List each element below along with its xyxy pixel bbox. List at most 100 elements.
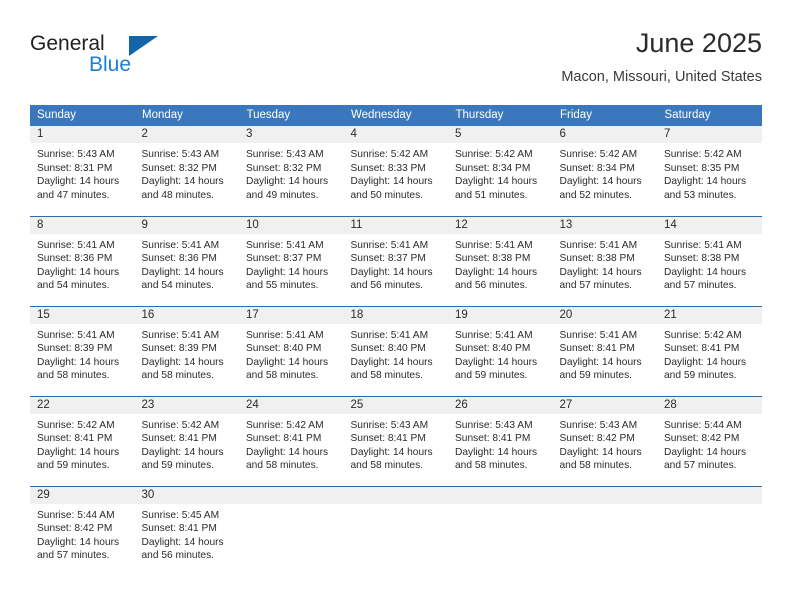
sunset-text: Sunset: 8:42 PM xyxy=(664,433,740,445)
daylight-text-line2: and 59 minutes. xyxy=(559,370,633,382)
day-cell[interactable]: 9 Sunrise: 5:41 AM Sunset: 8:36 PM Dayli… xyxy=(134,215,239,306)
day-number: 22 xyxy=(30,396,135,414)
day-info: Sunrise: 5:41 AM Sunset: 8:38 PM Dayligh… xyxy=(657,234,762,293)
daylight-text-line1: Daylight: 14 hours xyxy=(37,176,120,188)
day-cell[interactable]: 5 Sunrise: 5:42 AM Sunset: 8:34 PM Dayli… xyxy=(448,126,553,216)
daylight-text-line1: Daylight: 14 hours xyxy=(246,446,329,458)
day-cell-empty xyxy=(552,485,657,576)
sunset-text: Sunset: 8:33 PM xyxy=(350,162,426,174)
day-cell[interactable]: 15 Sunrise: 5:41 AM Sunset: 8:39 PM Dayl… xyxy=(30,305,135,396)
daylight-text-line1: Daylight: 14 hours xyxy=(350,356,433,368)
day-number: 14 xyxy=(657,216,762,234)
brand-name-blue: Blue xyxy=(89,53,132,76)
sunrise-text: Sunrise: 5:42 AM xyxy=(246,419,324,431)
sunset-text: Sunset: 8:38 PM xyxy=(559,253,635,265)
sunrise-text: Sunrise: 5:41 AM xyxy=(141,239,220,251)
sunset-text: Sunset: 8:41 PM xyxy=(559,343,635,355)
calendar-page: General Blue June 2025 Macon, Missouri, … xyxy=(0,0,792,612)
sunrise-text: Sunrise: 5:42 AM xyxy=(664,329,742,341)
daylight-text-line2: and 58 minutes. xyxy=(350,370,424,382)
day-cell[interactable]: 14 Sunrise: 5:41 AM Sunset: 8:38 PM Dayl… xyxy=(657,215,762,306)
day-info: Sunrise: 5:45 AM Sunset: 8:41 PM Dayligh… xyxy=(135,504,240,563)
day-cell[interactable]: 11 Sunrise: 5:41 AM Sunset: 8:37 PM Dayl… xyxy=(343,215,449,306)
day-number: 4 xyxy=(343,126,448,143)
day-cell-empty xyxy=(343,485,448,576)
day-cell[interactable]: 7 Sunrise: 5:42 AM Sunset: 8:35 PM Dayli… xyxy=(657,126,762,216)
day-number-empty xyxy=(239,486,344,504)
daylight-text-line1: Daylight: 14 hours xyxy=(37,446,120,458)
sunrise-text: Sunrise: 5:41 AM xyxy=(37,239,115,251)
daylight-text-line2: and 59 minutes. xyxy=(37,460,110,472)
day-cell[interactable]: 26 Sunrise: 5:43 AM Sunset: 8:41 PM Dayl… xyxy=(448,395,553,486)
day-cell[interactable]: 4 Sunrise: 5:42 AM Sunset: 8:33 PM Dayli… xyxy=(343,126,448,216)
day-number-empty xyxy=(552,486,657,504)
sunset-text: Sunset: 8:32 PM xyxy=(141,162,217,174)
daylight-text-line1: Daylight: 14 hours xyxy=(141,536,224,548)
day-number: 18 xyxy=(343,306,448,324)
day-info: Sunrise: 5:41 AM Sunset: 8:41 PM Dayligh… xyxy=(553,324,658,383)
sunset-text: Sunset: 8:41 PM xyxy=(37,433,113,445)
day-info: Sunrise: 5:43 AM Sunset: 8:32 PM Dayligh… xyxy=(135,143,240,202)
daylight-text-line1: Daylight: 14 hours xyxy=(141,446,224,458)
day-cell[interactable]: 20 Sunrise: 5:41 AM Sunset: 8:41 PM Dayl… xyxy=(552,305,658,396)
daylight-text-line1: Daylight: 14 hours xyxy=(37,536,120,548)
sunrise-text: Sunrise: 5:41 AM xyxy=(246,239,324,251)
day-cell[interactable]: 22 Sunrise: 5:42 AM Sunset: 8:41 PM Dayl… xyxy=(30,395,135,486)
day-number: 29 xyxy=(30,486,135,504)
day-number: 11 xyxy=(343,216,448,234)
daylight-text-line2: and 57 minutes. xyxy=(559,280,633,292)
weekday-header-sunday: Sunday xyxy=(30,105,135,126)
day-info: Sunrise: 5:41 AM Sunset: 8:40 PM Dayligh… xyxy=(448,324,553,383)
day-number: 7 xyxy=(657,126,762,143)
weekday-header-monday: Monday xyxy=(134,105,240,126)
day-info: Sunrise: 5:42 AM Sunset: 8:34 PM Dayligh… xyxy=(553,143,658,202)
brand-triangle-icon xyxy=(129,36,158,56)
day-info: Sunrise: 5:41 AM Sunset: 8:40 PM Dayligh… xyxy=(344,324,449,383)
day-cell[interactable]: 1 Sunrise: 5:43 AM Sunset: 8:31 PM Dayli… xyxy=(30,126,135,216)
day-cell[interactable]: 12 Sunrise: 5:41 AM Sunset: 8:38 PM Dayl… xyxy=(448,215,553,306)
day-cell[interactable]: 25 Sunrise: 5:43 AM Sunset: 8:41 PM Dayl… xyxy=(343,395,448,486)
day-cell[interactable]: 8 Sunrise: 5:41 AM Sunset: 8:36 PM Dayli… xyxy=(30,215,135,306)
sunrise-text: Sunrise: 5:42 AM xyxy=(350,149,429,160)
day-cell[interactable]: 28 Sunrise: 5:44 AM Sunset: 8:42 PM Dayl… xyxy=(657,395,762,486)
day-cell[interactable]: 27 Sunrise: 5:43 AM Sunset: 8:42 PM Dayl… xyxy=(552,395,658,486)
day-cell[interactable]: 19 Sunrise: 5:41 AM Sunset: 8:40 PM Dayl… xyxy=(448,305,553,396)
day-cell[interactable]: 13 Sunrise: 5:41 AM Sunset: 8:38 PM Dayl… xyxy=(552,215,657,306)
daylight-text-line2: and 58 minutes. xyxy=(246,460,319,472)
day-cell[interactable]: 24 Sunrise: 5:42 AM Sunset: 8:41 PM Dayl… xyxy=(239,395,344,486)
day-cell[interactable]: 2 Sunrise: 5:43 AM Sunset: 8:32 PM Dayli… xyxy=(134,126,240,216)
day-number-empty xyxy=(448,486,553,504)
day-info: Sunrise: 5:43 AM Sunset: 8:42 PM Dayligh… xyxy=(553,414,658,473)
day-cell[interactable]: 29 Sunrise: 5:44 AM Sunset: 8:42 PM Dayl… xyxy=(30,485,135,576)
day-cell[interactable]: 17 Sunrise: 5:41 AM Sunset: 8:40 PM Dayl… xyxy=(239,305,344,396)
day-number: 15 xyxy=(30,306,135,324)
day-cell[interactable]: 10 Sunrise: 5:41 AM Sunset: 8:37 PM Dayl… xyxy=(239,215,344,306)
daylight-text-line2: and 57 minutes. xyxy=(37,550,110,562)
sunrise-text: Sunrise: 5:41 AM xyxy=(559,239,638,251)
day-info: Sunrise: 5:41 AM Sunset: 8:37 PM Dayligh… xyxy=(344,234,449,293)
day-cell-empty xyxy=(448,485,553,576)
day-cell[interactable]: 21 Sunrise: 5:42 AM Sunset: 8:41 PM Dayl… xyxy=(657,305,762,396)
brand-logo[interactable]: General Blue xyxy=(30,32,210,88)
day-number: 5 xyxy=(448,126,553,143)
sunrise-text: Sunrise: 5:43 AM xyxy=(246,149,324,160)
day-info: Sunrise: 5:41 AM Sunset: 8:37 PM Dayligh… xyxy=(239,234,344,293)
weekday-header-tuesday: Tuesday xyxy=(239,105,344,126)
sunrise-text: Sunrise: 5:43 AM xyxy=(455,419,533,431)
day-number: 25 xyxy=(343,396,448,414)
day-cell[interactable]: 18 Sunrise: 5:41 AM Sunset: 8:40 PM Dayl… xyxy=(343,305,449,396)
day-number-empty xyxy=(657,486,762,504)
day-cell[interactable]: 3 Sunrise: 5:43 AM Sunset: 8:32 PM Dayli… xyxy=(239,126,344,216)
day-number: 24 xyxy=(239,396,344,414)
daylight-text-line1: Daylight: 14 hours xyxy=(37,356,120,368)
sunrise-text: Sunrise: 5:41 AM xyxy=(141,329,220,341)
day-cell[interactable]: 6 Sunrise: 5:42 AM Sunset: 8:34 PM Dayli… xyxy=(552,126,658,216)
sunset-text: Sunset: 8:34 PM xyxy=(455,162,531,174)
daylight-text-line1: Daylight: 14 hours xyxy=(664,266,747,278)
sunrise-text: Sunrise: 5:41 AM xyxy=(455,239,533,251)
day-cell[interactable]: 30 Sunrise: 5:45 AM Sunset: 8:41 PM Dayl… xyxy=(134,485,240,576)
day-cell[interactable]: 23 Sunrise: 5:42 AM Sunset: 8:41 PM Dayl… xyxy=(134,395,239,486)
day-info: Sunrise: 5:41 AM Sunset: 8:36 PM Dayligh… xyxy=(30,234,135,293)
sunrise-text: Sunrise: 5:41 AM xyxy=(350,329,429,341)
day-cell[interactable]: 16 Sunrise: 5:41 AM Sunset: 8:39 PM Dayl… xyxy=(134,305,239,396)
